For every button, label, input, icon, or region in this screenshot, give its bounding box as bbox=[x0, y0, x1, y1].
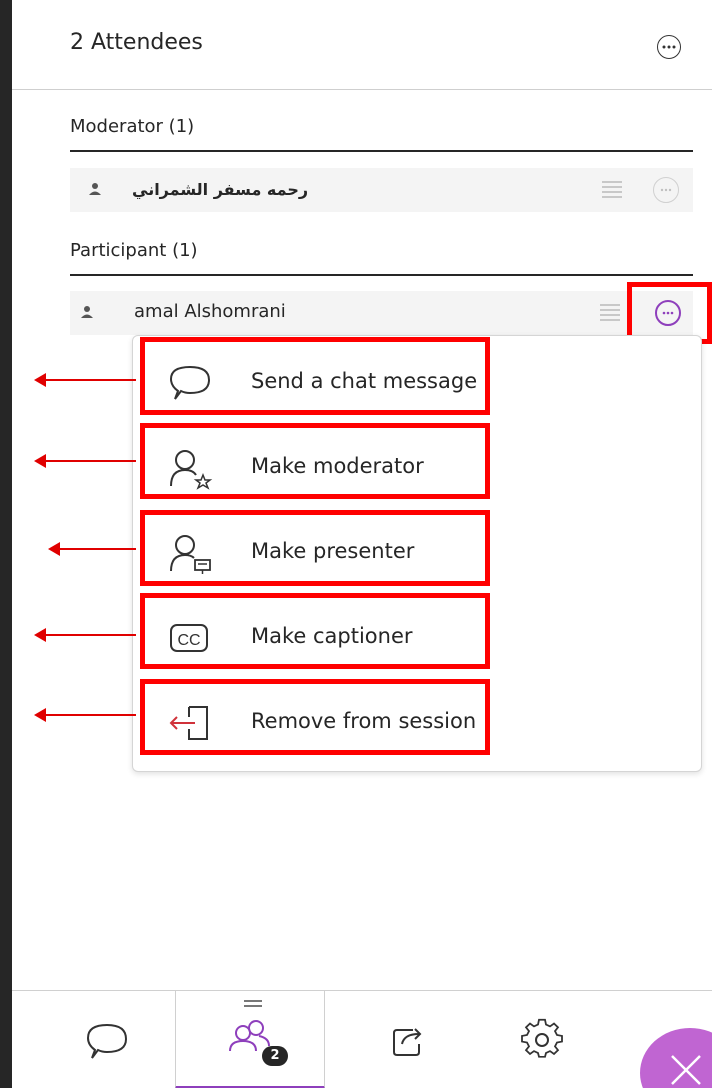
participant-divider bbox=[70, 274, 693, 276]
panel-header: 2 Attendees bbox=[12, 0, 712, 90]
highlight-box bbox=[140, 337, 490, 415]
attendee-row-participant[interactable]: amal Alshomrani bbox=[70, 291, 693, 335]
annotation-arrow bbox=[34, 373, 136, 387]
annotation-arrow bbox=[34, 708, 136, 722]
bottom-navigation bbox=[12, 990, 712, 1088]
close-icon bbox=[671, 1055, 701, 1085]
attendee-name: amal Alshomrani bbox=[134, 301, 286, 322]
attendee-name: رحمه مسفر الشمراني bbox=[132, 180, 309, 199]
highlight-box bbox=[140, 593, 490, 669]
attendee-count-badge: 2 bbox=[262, 1046, 288, 1066]
left-edge-bar bbox=[0, 0, 12, 1088]
annotation-arrow bbox=[48, 542, 136, 556]
more-options-icon[interactable] bbox=[657, 35, 681, 59]
attendees-panel: 2 Attendees Moderator (1) رحمه مسفر الشم… bbox=[12, 0, 712, 1088]
dots-icon bbox=[660, 188, 672, 192]
list-icon bbox=[602, 181, 622, 199]
annotation-arrow bbox=[34, 454, 136, 468]
list-icon bbox=[600, 304, 620, 322]
chat-tab[interactable] bbox=[52, 991, 162, 1088]
highlight-box bbox=[140, 510, 490, 586]
person-icon bbox=[81, 306, 93, 318]
settings-icon bbox=[521, 1018, 563, 1058]
row-more-options-icon[interactable] bbox=[653, 177, 679, 203]
drag-handle-icon[interactable] bbox=[244, 1000, 262, 1010]
settings-tab[interactable] bbox=[492, 991, 592, 1088]
dots-icon bbox=[662, 45, 676, 49]
moderator-section-title: Moderator (1) bbox=[70, 116, 195, 137]
annotation-arrow bbox=[34, 628, 136, 642]
chat-icon bbox=[86, 1023, 128, 1059]
share-content-icon bbox=[393, 1028, 422, 1056]
person-icon bbox=[89, 183, 101, 195]
moderator-divider bbox=[70, 150, 693, 152]
participant-section-title: Participant (1) bbox=[70, 240, 198, 261]
share-content-tab[interactable] bbox=[362, 991, 452, 1088]
highlight-box bbox=[140, 423, 490, 499]
highlight-box bbox=[140, 679, 490, 755]
attendee-row-moderator[interactable]: رحمه مسفر الشمراني bbox=[70, 168, 693, 212]
attendees-title: 2 Attendees bbox=[70, 30, 203, 55]
